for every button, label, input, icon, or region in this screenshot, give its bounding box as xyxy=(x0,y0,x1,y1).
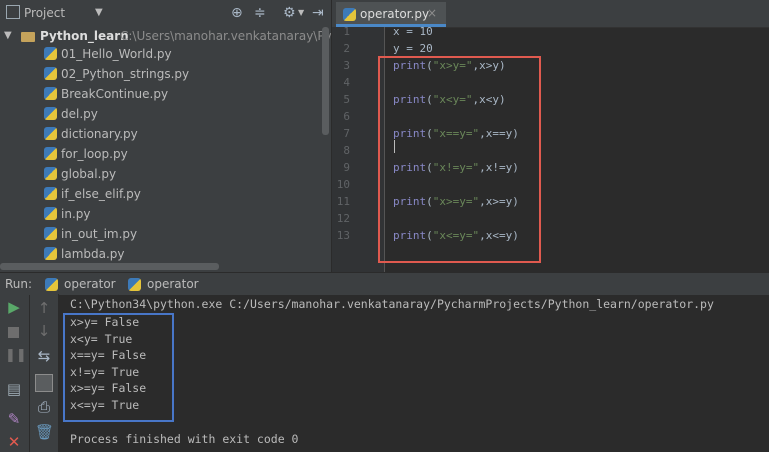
file-item[interactable]: 02_Python_strings.py xyxy=(44,67,189,87)
project-tree: ▼ Python_learn C:\Users\manohar.venkatan… xyxy=(0,27,331,272)
trash-icon[interactable]: 🗑 xyxy=(35,423,54,441)
python-file-icon xyxy=(44,207,57,220)
run-toolbar-secondary: ↑ ↓ ⇆ ⎙ 🗑 xyxy=(30,294,59,452)
project-panel-header: Project ▼ ⊕ ≑ ⚙ ▼ ⇥ xyxy=(0,0,331,28)
python-file-icon xyxy=(128,278,141,291)
line-number: 9 xyxy=(343,161,350,174)
close-icon[interactable]: ✕ xyxy=(5,433,23,451)
soft-wrap-icon[interactable]: ⇆ xyxy=(35,347,53,365)
file-item[interactable]: for_loop.py xyxy=(44,147,128,167)
hide-icon[interactable]: ⇥ xyxy=(312,5,324,21)
file-name: for_loop.py xyxy=(61,147,128,161)
chevron-down-icon[interactable]: ▼ xyxy=(95,7,103,18)
line-number: 10 xyxy=(336,178,350,191)
code-line[interactable]: x = 10 xyxy=(393,25,433,38)
stop-icon[interactable] xyxy=(8,327,19,338)
file-name: global.py xyxy=(61,167,117,181)
python-file-icon xyxy=(44,47,57,60)
highlight-box-code xyxy=(378,56,541,263)
code-text: y = 20 xyxy=(393,42,433,55)
print-icon[interactable]: ⎙ xyxy=(35,398,53,416)
python-file-icon xyxy=(44,147,57,160)
line-number: 3 xyxy=(343,59,350,72)
file-name: 02_Python_strings.py xyxy=(61,67,190,81)
root-folder-path: C:\Users\manohar.venkatanaray\Pycharm xyxy=(120,29,331,43)
folder-icon xyxy=(21,32,35,42)
dump-threads-icon[interactable]: ▤ xyxy=(5,380,23,398)
python-file-icon xyxy=(44,187,57,200)
line-number: 2 xyxy=(343,42,350,55)
python-file-icon xyxy=(44,67,57,80)
run-tab-1[interactable]: operator xyxy=(64,277,116,291)
file-item[interactable]: BreakContinue.py xyxy=(44,87,168,107)
horizontal-scrollbar[interactable] xyxy=(0,263,219,270)
run-toolbar-primary: ▶ ❚❚ ▤ ✎ ✕ xyxy=(0,294,29,452)
console-exit-message: Process finished with exit code 0 xyxy=(70,432,299,446)
run-label: Run: xyxy=(5,277,33,291)
line-number: 8 xyxy=(343,144,350,157)
root-folder-name[interactable]: Python_learn xyxy=(40,29,129,43)
line-number: 13 xyxy=(336,229,350,242)
line-number: 5 xyxy=(343,93,350,106)
run-icon[interactable]: ▶ xyxy=(5,298,23,316)
project-icon[interactable] xyxy=(6,5,20,19)
chevron-down-icon[interactable]: ▼ xyxy=(298,8,304,17)
file-item[interactable]: dictionary.py xyxy=(44,127,138,147)
target-icon[interactable]: ⊕ xyxy=(231,5,243,21)
file-name: in.py xyxy=(61,207,91,221)
file-item[interactable]: 01_Hello_World.py xyxy=(44,47,172,67)
line-number: 4 xyxy=(343,76,350,89)
file-name: dictionary.py xyxy=(61,127,138,141)
python-file-icon xyxy=(44,167,57,180)
file-item[interactable]: global.py xyxy=(44,167,116,187)
code-line[interactable]: y = 20 xyxy=(393,42,433,55)
file-name: del.py xyxy=(61,107,98,121)
python-file-icon xyxy=(45,278,58,291)
python-file-icon xyxy=(44,87,57,100)
python-file-icon xyxy=(44,247,57,260)
up-arrow-icon[interactable]: ↑ xyxy=(35,299,53,317)
pin-icon[interactable]: ✎ xyxy=(5,410,23,428)
file-name: BreakContinue.py xyxy=(61,87,169,101)
close-icon[interactable]: × xyxy=(427,6,437,20)
line-number: 6 xyxy=(343,110,350,123)
down-arrow-icon[interactable]: ↓ xyxy=(35,322,53,340)
vertical-scrollbar[interactable] xyxy=(322,27,329,135)
tab-label: operator.py xyxy=(360,7,430,21)
highlight-box-output xyxy=(63,313,174,422)
scroll-to-end-icon[interactable] xyxy=(35,374,53,392)
console-command: C:\Python34\python.exe C:/Users/manohar.… xyxy=(70,297,714,311)
line-number: 1 xyxy=(343,25,350,38)
file-item[interactable]: del.py xyxy=(44,107,98,127)
tab-operator-py[interactable]: operator.py × xyxy=(336,2,446,27)
line-number: 11 xyxy=(336,195,350,208)
python-file-icon xyxy=(44,127,57,140)
file-name: in_out_im.py xyxy=(61,227,138,241)
pause-icon[interactable]: ❚❚ xyxy=(5,348,27,363)
line-number: 7 xyxy=(343,127,350,140)
code-text: x = 10 xyxy=(393,25,433,38)
file-item[interactable]: in_out_im.py xyxy=(44,227,137,247)
project-panel-title[interactable]: Project xyxy=(24,6,65,20)
python-file-icon xyxy=(343,8,356,21)
python-file-icon xyxy=(44,227,57,240)
file-item[interactable]: if_else_elif.py xyxy=(44,187,141,207)
collapse-icon[interactable]: ≑ xyxy=(254,5,266,21)
gear-icon[interactable]: ⚙ xyxy=(283,5,296,21)
file-name: if_else_elif.py xyxy=(61,187,141,201)
file-item[interactable]: in.py xyxy=(44,207,90,227)
run-tab-2[interactable]: operator xyxy=(147,277,199,291)
python-file-icon xyxy=(44,107,57,120)
file-name: lambda.py xyxy=(61,247,125,261)
run-panel-header: Run: operator operator xyxy=(0,272,769,295)
line-number: 12 xyxy=(336,212,350,225)
file-name: 01_Hello_World.py xyxy=(61,47,172,61)
expand-arrow-icon[interactable]: ▼ xyxy=(4,30,12,41)
